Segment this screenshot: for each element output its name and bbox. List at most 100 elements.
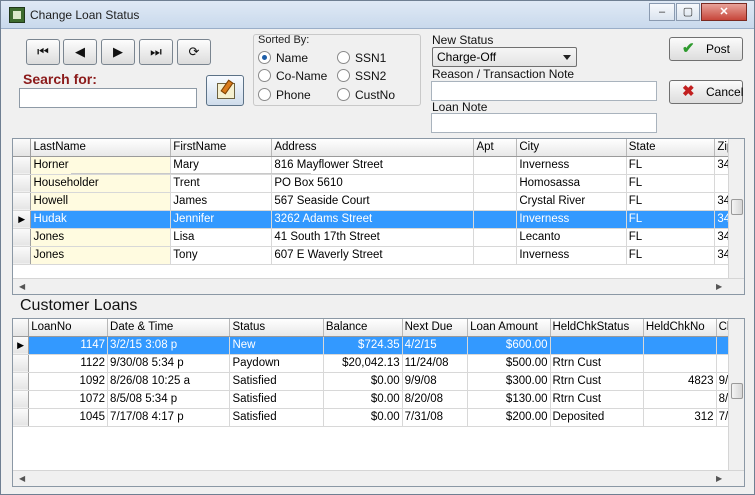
table-cell[interactable]: Satisfied bbox=[229, 372, 324, 391]
table-cell[interactable] bbox=[643, 354, 717, 373]
table-cell[interactable]: Rtrn Cust bbox=[550, 390, 644, 409]
table-cell[interactable]: $0.00 bbox=[323, 408, 403, 427]
table-row[interactable]: Jones Tony 607 E Waverly Street Inverness FL… bbox=[13, 246, 744, 265]
table-cell[interactable]: Hudak bbox=[30, 210, 172, 229]
table-row[interactable]: 1072 8/5/08 5:34 p Satisfied $0.00 8/20/08 $1… bbox=[13, 390, 744, 409]
current-row-indicator-icon[interactable]: ▶ bbox=[13, 336, 30, 355]
table-cell[interactable]: $0.00 bbox=[323, 390, 403, 409]
table-cell[interactable]: 8/5/08 5:34 p bbox=[107, 390, 231, 409]
table-cell[interactable]: $130.00 bbox=[467, 390, 551, 409]
table-cell[interactable]: 41 South 17th Street bbox=[271, 228, 475, 247]
table-cell[interactable]: Householder bbox=[30, 174, 172, 193]
table-cell[interactable]: Jones bbox=[30, 246, 172, 265]
scroll-left-icon[interactable]: ◀ bbox=[19, 474, 25, 483]
table-cell[interactable]: FL bbox=[626, 174, 716, 193]
table-cell[interactable]: $200.00 bbox=[467, 408, 551, 427]
table-cell[interactable]: 8/26/08 10:25 a bbox=[107, 372, 231, 391]
row-indicator[interactable] bbox=[13, 246, 32, 265]
table-cell[interactable]: Horner bbox=[30, 156, 172, 175]
table-cell[interactable]: 1072 bbox=[28, 390, 109, 409]
table-row[interactable]: HouseholderTrentPO Box 5610HomosassaFL59… bbox=[13, 174, 744, 193]
table-cell[interactable]: 8/20/08 bbox=[402, 390, 469, 409]
table-cell[interactable]: 9/30/08 5:34 p bbox=[107, 354, 231, 373]
column-header[interactable]: FirstName bbox=[170, 139, 273, 157]
first-record-button[interactable]: ⏮ bbox=[26, 39, 60, 65]
table-row[interactable]: 1122 9/30/08 5:34 p Paydown $20,042.13 11/24… bbox=[13, 354, 744, 373]
column-header[interactable]: City bbox=[516, 139, 627, 157]
table-cell[interactable]: 312 bbox=[643, 408, 717, 427]
column-header[interactable]: State bbox=[626, 139, 716, 157]
table-cell[interactable]: Trent bbox=[170, 174, 273, 193]
column-header[interactable]: Address bbox=[271, 139, 475, 157]
column-header[interactable]: Balance bbox=[323, 319, 403, 337]
customers-grid[interactable]: LastNameFirstNameAddressAptCityStateZipC… bbox=[12, 138, 745, 295]
table-cell[interactable]: Homosassa bbox=[516, 174, 627, 193]
row-indicator[interactable] bbox=[13, 408, 30, 427]
table-cell[interactable]: 607 E Waverly Street bbox=[271, 246, 475, 265]
scroll-thumb[interactable] bbox=[731, 383, 743, 399]
table-cell[interactable]: Howell bbox=[30, 192, 172, 211]
maximize-button[interactable]: ▢ bbox=[676, 3, 700, 21]
table-row[interactable]: 1092 8/26/08 10:25 a Satisfied $0.00 9/9/08 $… bbox=[13, 372, 744, 391]
row-indicator[interactable] bbox=[13, 192, 32, 211]
table-cell[interactable] bbox=[473, 156, 518, 175]
table-row[interactable]: Horner Mary 816 Mayflower Street Inverness F… bbox=[13, 156, 744, 175]
table-cell[interactable]: James bbox=[170, 192, 273, 211]
table-row[interactable]: Howell James 567 Seaside Court Crystal Rive… bbox=[13, 192, 744, 211]
table-cell[interactable]: FL bbox=[626, 210, 716, 229]
row-indicator[interactable] bbox=[13, 174, 32, 193]
row-indicator[interactable] bbox=[13, 156, 32, 175]
cancel-button[interactable]: ✖ Cancel bbox=[669, 80, 743, 104]
table-cell[interactable]: Jones bbox=[30, 228, 172, 247]
table-cell[interactable]: PO Box 5610 bbox=[271, 174, 475, 193]
table-cell[interactable]: Jennifer bbox=[170, 210, 273, 229]
table-row[interactable]: ▶ 1147 3/2/15 3:08 p New $724.35 4/2/15 $600.0… bbox=[13, 336, 744, 355]
table-cell[interactable]: FL bbox=[626, 246, 716, 265]
reason-input[interactable] bbox=[431, 81, 657, 101]
table-cell[interactable]: 4/2/15 bbox=[402, 336, 469, 355]
column-header[interactable]: Date & Time bbox=[107, 319, 231, 337]
row-indicator[interactable] bbox=[13, 228, 32, 247]
column-header[interactable]: HeldChkNo bbox=[643, 319, 717, 337]
previous-record-button[interactable]: ◀ bbox=[63, 39, 97, 65]
table-cell[interactable]: FL bbox=[626, 156, 716, 175]
table-cell[interactable] bbox=[550, 336, 644, 355]
table-cell[interactable]: 816 Mayflower Street bbox=[271, 156, 475, 175]
column-header[interactable]: HeldChkStatus bbox=[550, 319, 644, 337]
search-go-button[interactable] bbox=[206, 75, 244, 106]
customers-horizontal-scrollbar[interactable]: ◀ ▶ bbox=[13, 278, 744, 294]
new-status-select[interactable]: Charge-Off bbox=[432, 47, 577, 67]
table-row[interactable]: 1045 7/17/08 4:17 p Satisfied $0.00 7/31/08 $… bbox=[13, 408, 744, 427]
table-cell[interactable]: $600.00 bbox=[467, 336, 551, 355]
table-cell[interactable]: FL bbox=[626, 192, 716, 211]
last-record-button[interactable]: ⏭ bbox=[139, 39, 173, 65]
customers-vertical-scrollbar[interactable] bbox=[728, 139, 744, 279]
scroll-left-icon[interactable]: ◀ bbox=[19, 282, 25, 291]
column-header[interactable]: LastName bbox=[30, 139, 172, 157]
table-cell[interactable]: Deposited bbox=[550, 408, 644, 427]
table-cell[interactable]: 1092 bbox=[28, 372, 109, 391]
refresh-button[interactable]: ⟳ bbox=[177, 39, 211, 65]
table-cell[interactable] bbox=[473, 174, 518, 193]
table-cell[interactable] bbox=[473, 246, 518, 265]
table-cell[interactable]: Mary bbox=[170, 156, 273, 175]
table-cell[interactable]: Inverness bbox=[516, 246, 627, 265]
table-cell[interactable]: Rtrn Cust bbox=[550, 354, 644, 373]
loan-note-input[interactable] bbox=[431, 113, 657, 133]
table-cell[interactable] bbox=[643, 390, 717, 409]
column-header[interactable]: Loan Amount bbox=[467, 319, 551, 337]
table-cell[interactable]: $0.00 bbox=[323, 372, 403, 391]
column-header[interactable]: Status bbox=[229, 319, 324, 337]
next-record-button[interactable]: ▶ bbox=[101, 39, 135, 65]
table-row[interactable]: JonesLisa41 South 17th StreetLecantoFL34… bbox=[13, 228, 744, 247]
table-cell[interactable]: FL bbox=[626, 228, 716, 247]
table-cell[interactable]: $500.00 bbox=[467, 354, 551, 373]
table-cell[interactable]: $300.00 bbox=[467, 372, 551, 391]
table-cell[interactable]: Tony bbox=[170, 246, 273, 265]
loans-vertical-scrollbar[interactable] bbox=[728, 319, 744, 471]
table-cell[interactable] bbox=[473, 192, 518, 211]
loans-grid[interactable]: LoanNo Date & Time Status Balance Next Due Lo… bbox=[12, 318, 745, 487]
table-cell[interactable]: 4823 bbox=[643, 372, 717, 391]
table-cell[interactable] bbox=[643, 336, 717, 355]
table-cell[interactable]: Inverness bbox=[516, 156, 627, 175]
